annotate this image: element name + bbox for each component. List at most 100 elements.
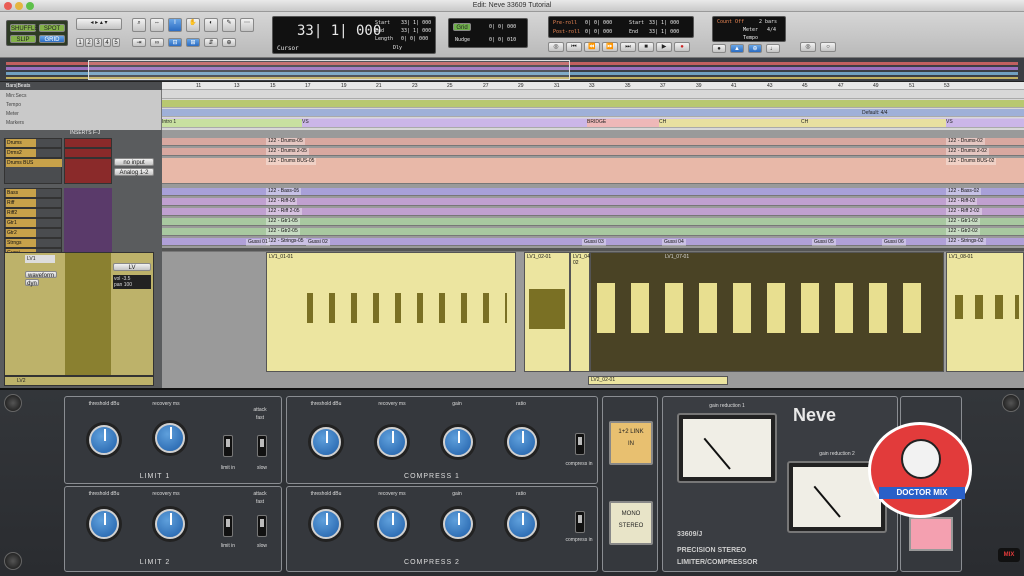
start-value[interactable]: 33| 1| 000 bbox=[401, 20, 431, 26]
clip-name[interactable]: 122 - Drums BUS-02 bbox=[946, 158, 997, 165]
insert-slots[interactable] bbox=[64, 188, 112, 258]
minsecs-ruler[interactable] bbox=[162, 91, 1024, 99]
compress-2-ratio-knob[interactable] bbox=[507, 509, 537, 539]
minimize-window-button[interactable] bbox=[15, 2, 23, 10]
track-header[interactable]: Gtr2 bbox=[4, 228, 62, 238]
track-name[interactable]: Drms2 bbox=[6, 149, 36, 157]
small-clip[interactable]: Gussi 01 bbox=[246, 239, 270, 246]
zoom-controls[interactable]: ◂ ▸ ▴ ▾ bbox=[76, 18, 122, 30]
track-header[interactable]: Strngs bbox=[4, 238, 62, 248]
track-name[interactable]: Bass bbox=[6, 189, 36, 197]
track-name[interactable]: Drums bbox=[6, 139, 36, 147]
clip-name[interactable]: 122 - Gtr2-02 bbox=[946, 228, 980, 235]
pencil-tool-icon[interactable]: ✎ bbox=[222, 18, 236, 32]
track-name[interactable]: Drums BUS bbox=[6, 159, 62, 167]
track-lane[interactable]: 122 - Drums 2-05 122 - Drums 2-02 bbox=[162, 148, 1024, 156]
postroll-label[interactable]: Post-roll bbox=[553, 29, 580, 35]
small-clip[interactable]: Gussi 03 bbox=[582, 239, 606, 246]
vocal-output-selector[interactable]: LV bbox=[113, 263, 151, 271]
grid-value[interactable]: 0| 0| 000 bbox=[489, 24, 516, 30]
wait-for-note-icon[interactable]: ● bbox=[712, 44, 726, 53]
edit-window[interactable]: 122 - Drums-05 122 - Drums-02 122 - Drums… bbox=[162, 130, 1024, 388]
grabber-tool-icon[interactable]: ✋ bbox=[186, 18, 200, 32]
spot-mode-button[interactable]: SPOT bbox=[39, 24, 65, 32]
grid-mode-button[interactable]: GRID bbox=[39, 35, 65, 43]
play-icon[interactable]: ▶ bbox=[656, 42, 672, 52]
track-name[interactable]: Riff bbox=[6, 199, 36, 207]
track-header[interactable]: Riff2 bbox=[4, 208, 62, 218]
zoom-preset-1[interactable]: 1 bbox=[76, 38, 84, 47]
compress-1-gain-knob[interactable] bbox=[443, 427, 473, 457]
go-to-end-icon[interactable]: ⏭ bbox=[620, 42, 636, 52]
clip-name[interactable]: 122 - Strings-05 bbox=[266, 238, 306, 245]
clip-name[interactable]: 122 - Drums-05 bbox=[266, 138, 305, 145]
limit-2-recovery-knob[interactable] bbox=[155, 509, 185, 539]
insert-slot[interactable] bbox=[64, 148, 112, 158]
track-lane[interactable]: 122 - Riff-05 122 - Riff-02 bbox=[162, 198, 1024, 206]
zoom-preset-4[interactable]: 4 bbox=[103, 38, 111, 47]
clip-name[interactable]: 122 - Riff 2-02 bbox=[946, 208, 982, 215]
clip-name[interactable]: 122 - Drums BUS-05 bbox=[266, 158, 317, 165]
insert-slot[interactable] bbox=[64, 138, 112, 148]
bars-ruler[interactable]: 11 13 15 17 19 21 23 25 27 29 31 33 35 3… bbox=[162, 82, 1024, 90]
return-to-zero-icon[interactable]: ⏮ bbox=[566, 42, 582, 52]
transport-end-value[interactable]: 33| 1| 000 bbox=[649, 29, 679, 35]
insert-slot[interactable] bbox=[64, 158, 112, 184]
zoom-preset-3[interactable]: 3 bbox=[94, 38, 102, 47]
transport-start-value[interactable]: 33| 1| 000 bbox=[649, 20, 679, 26]
track-name[interactable]: Strngs bbox=[6, 239, 36, 247]
ruler-minsecs-label[interactable]: Min:Secs bbox=[6, 93, 27, 99]
limit-1-threshold-knob[interactable] bbox=[89, 425, 119, 455]
compress-1-recovery-knob[interactable] bbox=[377, 427, 407, 457]
marker-region[interactable]: VS bbox=[302, 119, 587, 127]
clip-name[interactable]: 122 - Riff-05 bbox=[266, 198, 298, 205]
compress-2-threshold-knob[interactable] bbox=[311, 509, 341, 539]
overview-view-frame[interactable] bbox=[88, 60, 570, 80]
vocal-clip[interactable]: LV1_02-01 bbox=[524, 252, 570, 372]
limit-2-threshold-knob[interactable] bbox=[89, 509, 119, 539]
close-window-button[interactable] bbox=[4, 2, 12, 10]
vocal-clip[interactable]: LV1_01-01 bbox=[266, 252, 516, 372]
compress-2-recovery-knob[interactable] bbox=[377, 509, 407, 539]
grid-button[interactable]: Grid bbox=[453, 23, 471, 31]
power-button[interactable] bbox=[909, 517, 953, 551]
small-clip[interactable]: Gussi 02 bbox=[306, 239, 330, 246]
cycle-icon[interactable]: ◎ bbox=[800, 42, 816, 52]
tempo-ruler[interactable] bbox=[162, 100, 1024, 108]
mono-stereo-button[interactable]: MONO STEREO bbox=[609, 501, 653, 545]
zoomer-tool-icon[interactable]: ⌕ bbox=[132, 18, 146, 32]
clip-name[interactable]: 122 - Riff 2-05 bbox=[266, 208, 302, 215]
markers-ruler[interactable]: Intro 1 VS BRIDGE CH CH VS bbox=[162, 118, 1024, 128]
marker-region[interactable]: VS bbox=[946, 119, 1024, 127]
clip-name[interactable]: 122 - Gtr1-05 bbox=[266, 218, 300, 225]
track-name[interactable]: Gtr1 bbox=[6, 219, 36, 227]
clip-name[interactable]: 122 - Gtr1-02 bbox=[946, 218, 980, 225]
small-clip[interactable]: Gussi 05 bbox=[812, 239, 836, 246]
insertion-follows-icon[interactable]: ⇵ bbox=[204, 38, 218, 47]
track-lane[interactable]: 122 - Riff 2-05 122 - Riff 2-02 bbox=[162, 208, 1024, 216]
small-clip[interactable]: Gussi 06 bbox=[882, 239, 906, 246]
postroll-value[interactable]: 0| 0| 000 bbox=[585, 29, 612, 35]
track-lane[interactable]: 122 - Gtr1-05 122 - Gtr1-02 bbox=[162, 218, 1024, 226]
mirror-midi-icon[interactable]: ⊕ bbox=[222, 38, 236, 47]
shuffle-mode-button[interactable]: SHUFFLE bbox=[10, 24, 38, 32]
smart-tool-icon[interactable]: ⋯ bbox=[240, 18, 254, 32]
track-header[interactable]: Drums bbox=[4, 138, 62, 148]
link-track-icon[interactable]: ⊞ bbox=[186, 38, 200, 47]
compress-2-gain-knob[interactable] bbox=[443, 509, 473, 539]
clip-name[interactable]: 122 - Drums 2-05 bbox=[266, 148, 309, 155]
compress-1-ratio-knob[interactable] bbox=[507, 427, 537, 457]
length-value[interactable]: 0| 0| 000 bbox=[401, 36, 428, 42]
view-selector[interactable]: waveform bbox=[25, 271, 57, 279]
link-timeline-icon[interactable]: ⊟ bbox=[168, 38, 182, 47]
input-selector[interactable]: no input bbox=[114, 158, 154, 166]
online-icon[interactable]: ◎ bbox=[548, 42, 564, 52]
tab-to-transient-icon[interactable]: ⇥ bbox=[132, 38, 146, 47]
track-name[interactable]: Riff2 bbox=[6, 209, 36, 217]
meter-ruler[interactable]: Default: 4/4 bbox=[162, 109, 1024, 117]
vocal-inserts[interactable] bbox=[65, 253, 111, 375]
track-name[interactable]: Gtr2 bbox=[6, 229, 36, 237]
preroll-label[interactable]: Pre-roll bbox=[553, 20, 577, 26]
vocal-clip[interactable]: LV1_08-01 bbox=[946, 252, 1024, 372]
preroll-value[interactable]: 0| 0| 000 bbox=[585, 20, 612, 26]
